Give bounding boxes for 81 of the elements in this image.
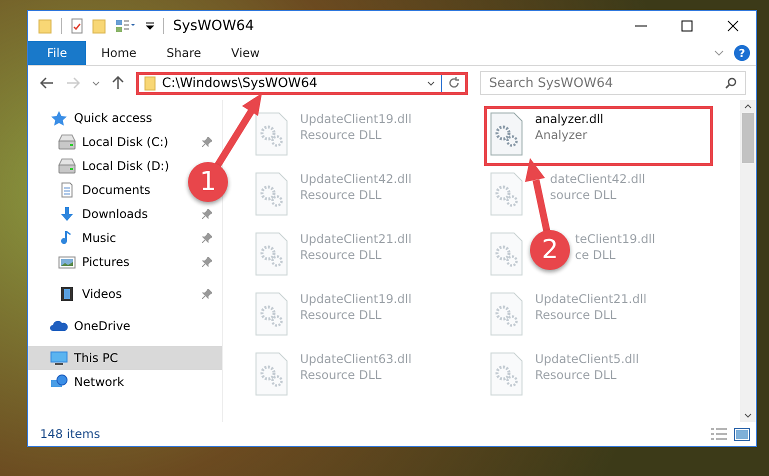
scroll-up-icon[interactable] (744, 104, 752, 109)
star-icon (50, 110, 68, 126)
dropdown-caret-icon[interactable] (427, 80, 435, 86)
ribbon-tab[interactable]: View (216, 41, 275, 65)
video-icon (58, 286, 76, 302)
picture-icon (58, 254, 76, 270)
sidebar-item[interactable]: Quick access (50, 110, 152, 126)
ribbon-tab[interactable]: File (28, 41, 86, 65)
ribbon-tab[interactable]: Share (152, 41, 216, 65)
up-arrow-icon[interactable] (112, 76, 124, 90)
file-type: Resource DLL (300, 308, 382, 322)
back-arrow-icon[interactable] (40, 77, 54, 89)
sidebar-item[interactable]: Downloads (58, 206, 148, 222)
file-name: UpdateClient21.dll (300, 232, 412, 246)
scroll-down-icon[interactable] (744, 413, 752, 418)
gear-file-icon (255, 172, 288, 216)
large-icons-view-icon[interactable] (734, 428, 750, 440)
file-name: UpdateClient19.dll (300, 292, 412, 306)
file-name: UpdateClient5.dll (535, 352, 639, 366)
sidebar-item[interactable]: Music (58, 230, 116, 246)
file-name: teClient19.dll (575, 232, 656, 246)
file-type: Resource DLL (300, 368, 382, 382)
file-name: UpdateClient19.dll (300, 112, 412, 126)
sidebar-item[interactable]: Local Disk (C:) (58, 134, 168, 150)
file-name: dateClient42.dll (550, 172, 646, 186)
details-view-icon[interactable] (710, 427, 728, 441)
sidebar-item[interactable]: Pictures (58, 254, 130, 270)
sidebar-item[interactable]: OneDrive (50, 318, 130, 334)
address-path: C:\Windows\SysWOW64 (162, 76, 318, 90)
file-name: UpdateClient42.dll (300, 172, 412, 186)
drive-icon (58, 158, 76, 174)
minimize-icon (635, 25, 647, 27)
refresh-icon[interactable] (448, 77, 460, 89)
recent-locations-icon[interactable] (92, 80, 100, 86)
file-type: Resource DLL (535, 368, 618, 382)
search-icon (725, 77, 737, 89)
computer-icon (50, 350, 68, 366)
file-type: Resource DLL (300, 188, 382, 202)
ribbon-tab[interactable]: Home (86, 41, 152, 65)
file-type: Analyzer (535, 128, 588, 142)
properties-icon[interactable] (71, 18, 83, 34)
gear-file-icon (255, 352, 288, 396)
close-icon (727, 20, 739, 32)
file-name: UpdateClient21.dll (535, 292, 647, 306)
gear-file-icon (490, 112, 523, 156)
download-icon (58, 206, 76, 222)
file-type: Resource DLL (535, 308, 618, 322)
file-type: source DLL (550, 188, 618, 202)
chevron-down-icon[interactable] (714, 50, 724, 56)
view-options-icon[interactable] (115, 19, 137, 33)
sidebar-item[interactable]: Network (50, 374, 124, 390)
file-name: UpdateClient63.dll (300, 352, 412, 366)
gear-file-icon (490, 352, 523, 396)
window-title: SysWOW64 (173, 18, 254, 34)
network-icon (50, 374, 68, 390)
gear-file-icon (255, 112, 288, 156)
vertical-scrollbar[interactable] (740, 100, 756, 422)
sidebar-item[interactable]: Documents (58, 182, 150, 198)
sidebar-item[interactable]: Videos (58, 286, 122, 302)
gear-file-icon (490, 232, 523, 276)
search-field[interactable]: Search SysWOW64 (480, 71, 746, 95)
scrollbar-thumb[interactable] (742, 113, 754, 163)
gear-file-icon (255, 232, 288, 276)
folder-icon (144, 76, 156, 90)
address-bar[interactable]: C:\Windows\SysWOW64 (136, 72, 468, 94)
file-type: ce DLL (575, 248, 616, 262)
file-type: Resource DLL (300, 248, 382, 262)
cloud-icon (50, 318, 68, 334)
file-name: analyzer.dll (535, 112, 604, 126)
help-button[interactable]: ? (734, 45, 750, 61)
file-item[interactable]: analyzer.dll Analyzer (484, 106, 713, 166)
drive-icon (58, 134, 76, 150)
maximize-icon (681, 20, 693, 32)
gear-file-icon (255, 292, 288, 336)
gear-file-icon (490, 292, 523, 336)
gear-file-icon (490, 172, 523, 216)
sidebar-item[interactable]: Local Disk (D:) (58, 158, 170, 174)
customize-toolbar-icon[interactable] (146, 21, 154, 31)
item-count: 148 items (40, 427, 100, 441)
folder-icon (38, 18, 52, 34)
file-type: Resource DLL (300, 128, 382, 142)
